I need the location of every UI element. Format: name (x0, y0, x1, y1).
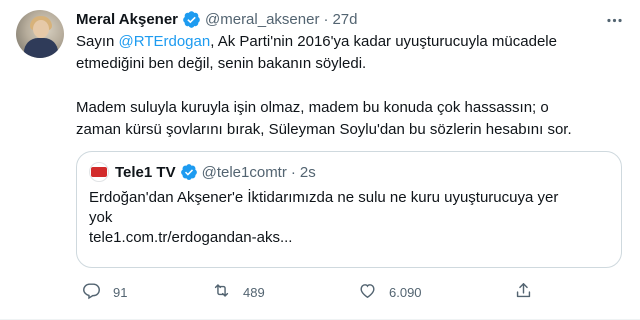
quoted-avatar (89, 162, 109, 182)
like-button[interactable]: 6.090 (358, 280, 422, 304)
quoted-link[interactable]: tele1.com.tr/erdogandan-aks... (89, 228, 609, 248)
tele1-logo-icon (91, 167, 107, 177)
tweet-time[interactable]: 27d (332, 11, 357, 28)
tweet-card[interactable]: Meral Akşener @meral_aksener · 27d Sayın… (0, 0, 640, 320)
quoted-text-line: yok (89, 209, 113, 226)
quoted-header-separator: · (290, 163, 296, 181)
verified-badge-icon (180, 163, 198, 181)
reply-icon (82, 281, 101, 303)
tweet-text-line: etmediğini ben değil, senin bakanın söyl… (76, 55, 367, 72)
quoted-tweet[interactable]: Tele1 TV @tele1comtr · 2s Erdoğan'dan Ak… (76, 151, 622, 268)
text-line1-suffix: , Ak Parti'nin 2016'ya kadar uyuşturucuy… (210, 33, 557, 50)
like-count: 6.090 (389, 284, 422, 300)
tweet-header: Meral Akşener @meral_aksener · 27d (76, 8, 357, 30)
text-prefix: Sayın (76, 33, 119, 50)
quoted-text-line: Erdoğan'dan Akşener'e İktidarımızda ne s… (89, 189, 559, 206)
more-icon[interactable] (602, 8, 626, 32)
quoted-tweet-time: 2s (299, 163, 316, 181)
tweet-text-line: Sayın @RTErdogan, Ak Parti'nin 2016'ya k… (76, 31, 626, 53)
header-separator: · (323, 10, 329, 28)
author-handle[interactable]: @meral_aksener (205, 11, 319, 28)
quoted-tweet-text: Erdoğan'dan Akşener'e İktidarımızda ne s… (89, 188, 609, 248)
share-button[interactable] (514, 280, 533, 304)
like-icon (358, 281, 377, 303)
verified-badge-icon (182, 10, 201, 29)
tweet-text-line: zaman kürsü şovlarını bırak, Süleyman So… (76, 121, 572, 138)
reply-count: 91 (113, 284, 128, 300)
avatar-body (24, 38, 58, 58)
avatar-face (33, 20, 49, 38)
retweet-count: 489 (243, 284, 265, 300)
tweet-actions: 91 489 6.090 (76, 280, 536, 304)
tweet-text: Sayın @RTErdogan, Ak Parti'nin 2016'ya k… (76, 31, 626, 141)
retweet-button[interactable]: 489 (212, 280, 265, 304)
retweet-icon (212, 281, 231, 303)
avatar[interactable] (16, 10, 64, 58)
mention-link[interactable]: @RTErdogan (119, 33, 211, 50)
quoted-tweet-header: Tele1 TV @tele1comtr · 2s (89, 162, 609, 182)
reply-button[interactable]: 91 (82, 280, 127, 304)
tweet-text-line: Madem suluyla kuruyla işin olmaz, madem … (76, 99, 549, 116)
quoted-author-handle: @tele1comtr (201, 163, 287, 181)
share-icon (514, 281, 533, 303)
quoted-author-name: Tele1 TV (115, 163, 176, 181)
author-name[interactable]: Meral Akşener (76, 11, 178, 28)
